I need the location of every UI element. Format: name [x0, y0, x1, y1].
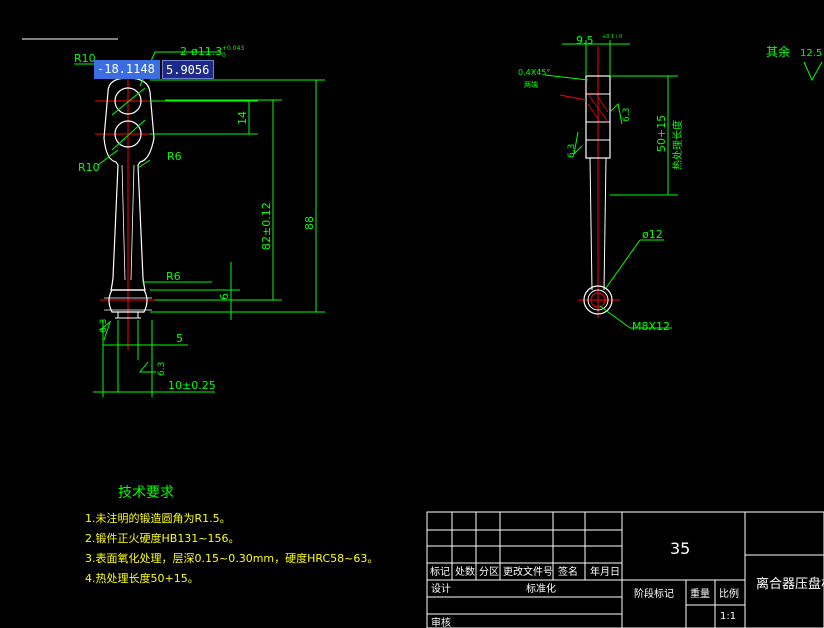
dim-hole-spec: 2-ø11.3	[180, 45, 222, 58]
tech-requirement-2: 2.锻件正火硬度HB131~156。	[85, 532, 240, 545]
dim-6: 6	[218, 293, 231, 300]
dim-9-5-tol: +0.1 / 0	[602, 34, 622, 40]
rough-63-left: 6.3	[99, 319, 109, 333]
dim-5: 5	[176, 332, 183, 345]
dim-9-5: 9.5	[576, 34, 594, 47]
chamfer-note: 两端	[524, 80, 538, 89]
header-mark: 标记	[430, 566, 450, 578]
label-stage-mark: 阶段标记	[634, 587, 674, 600]
tech-requirement-1: 1.未注明的锻造圆角为R1.5。	[85, 512, 231, 525]
header-zone: 分区	[479, 566, 499, 578]
dim-hole-tol-lower: 0	[222, 52, 226, 59]
label-review: 审核	[431, 616, 451, 628]
dim-r10-left: R10	[78, 161, 100, 174]
header-change-doc: 更改文件号	[503, 565, 553, 578]
dim-r6-upper: R6	[167, 150, 182, 163]
chamfer-label: 0.4X45°	[518, 68, 550, 77]
header-signature: 签名	[558, 565, 578, 578]
dim-14: 14	[236, 111, 249, 125]
rough-63-side-b: 6.3	[567, 144, 577, 158]
tech-requirement-3: 3.表面氧化处理，层深0.15~0.30mm，硬度HRC58~63。	[85, 552, 379, 565]
tech-requirements-title: 技术要求	[118, 485, 174, 501]
label-weight: 重量	[690, 587, 710, 600]
title-material: 35	[670, 539, 690, 558]
title-part-name: 离合器压盘杠	[756, 576, 824, 592]
dim-10: 10±0.25	[168, 379, 216, 392]
dim-hole-tol-upper: +0.043	[222, 45, 244, 52]
dim-50-15: 50+15	[655, 115, 668, 152]
heat-length-label: 热处理长度	[671, 120, 684, 170]
header-date: 年月日	[590, 565, 620, 578]
label-standardize: 标准化	[526, 582, 556, 595]
other-rough-value: 12.5	[800, 48, 822, 59]
dim-r6-lower: R6	[166, 270, 181, 283]
rough-63-side-a: 6.3	[622, 108, 632, 122]
dim-82: 82±0.12	[260, 202, 273, 250]
rough-63-bottom: 6.3	[157, 362, 167, 376]
label-scale: 比例	[719, 587, 739, 600]
coordinate-x-input[interactable]: -18.1148	[94, 60, 160, 79]
value-scale: 1:1	[720, 611, 736, 622]
thread-label: M8X12	[632, 320, 670, 333]
label-design: 设计	[431, 582, 451, 595]
header-count: 处数	[455, 565, 475, 578]
tech-requirement-4: 4.热处理长度50+15。	[85, 572, 199, 585]
dim-88: 88	[303, 216, 316, 230]
dim-dia-12: ø12	[642, 228, 663, 241]
dim-r10-top: R10	[74, 52, 96, 65]
other-label: 其余	[766, 44, 790, 59]
coordinate-y-input[interactable]: 5.9056	[162, 60, 214, 79]
